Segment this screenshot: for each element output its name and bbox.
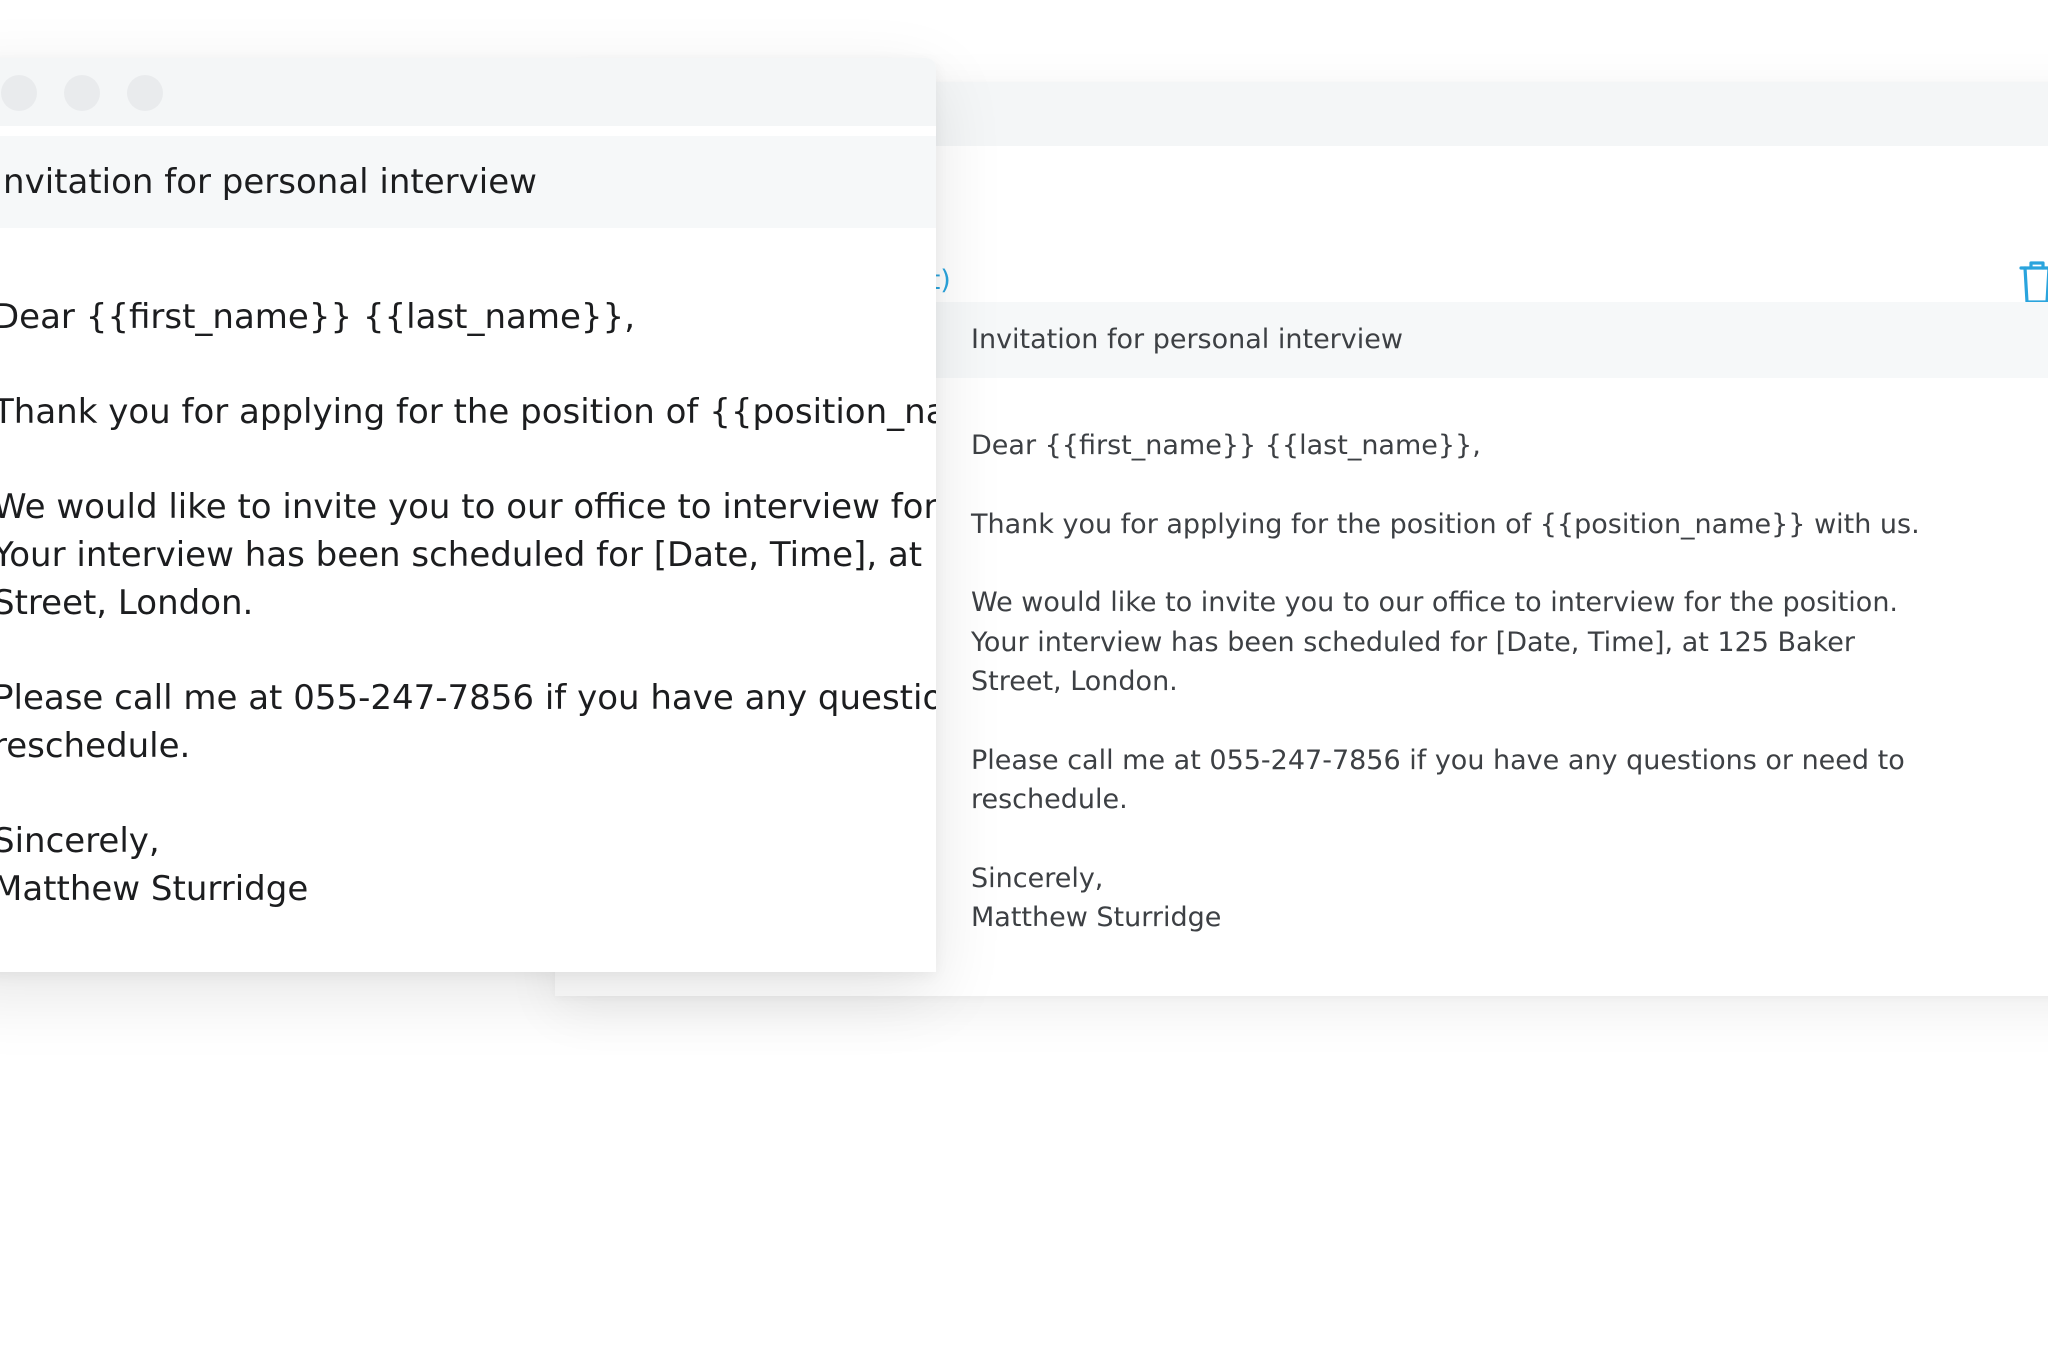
invite-paragraph: We would like to invite you to our offic…: [971, 583, 1971, 702]
email-body: Dear {{first_name}} {{last_name}}, Thank…: [0, 293, 936, 913]
thanks-line: Thank you for applying for the position …: [0, 392, 936, 432]
closing-line: Sincerely,: [0, 821, 160, 861]
call-line: reschedule.: [0, 726, 191, 766]
email-body: Dear {{first_name}} {{last_name}}, Thank…: [971, 426, 1971, 938]
call-line: reschedule.: [971, 784, 1128, 815]
invite-paragraph: We would like to invite you to our offic…: [0, 483, 936, 627]
greeting-line: Dear {{first_name}} {{last_name}},: [971, 430, 1481, 461]
subject-bar: Invitation for personal interview: [0, 136, 936, 228]
invite-line: Your interview has been scheduled for [D…: [0, 535, 936, 575]
window-maximize-button[interactable]: [127, 75, 163, 111]
signature-line: Matthew Sturridge: [0, 869, 309, 909]
invite-line: Street, London.: [971, 666, 1178, 697]
invite-line: We would like to invite you to our offic…: [0, 487, 936, 527]
invite-line: Street, London.: [0, 583, 254, 623]
email-subject: Invitation for personal interview: [0, 162, 537, 202]
greeting-line: Dear {{first_name}} {{last_name}},: [0, 297, 635, 337]
trash-icon[interactable]: [2017, 259, 2048, 305]
closing-line: Sincerely,: [971, 862, 1104, 894]
email-subject: Invitation for personal interview: [971, 324, 1403, 355]
window-minimize-button[interactable]: [64, 75, 100, 111]
thanks-line: Thank you for applying for the position …: [971, 508, 1920, 540]
call-paragraph: Please call me at 055-247-7856 if you ha…: [971, 741, 1971, 820]
invite-line: Your interview has been scheduled for [D…: [971, 626, 1855, 658]
call-paragraph: Please call me at 055-247-7856 if you ha…: [0, 674, 936, 770]
window-close-button[interactable]: [1, 75, 37, 111]
window-titlebar: [0, 58, 936, 126]
call-line: Please call me at 055-247-7856 if you ha…: [971, 744, 1905, 776]
invite-line: We would like to invite you to our offic…: [971, 587, 1899, 618]
call-line: Please call me at 055-247-7856 if you ha…: [0, 678, 936, 718]
email-preview-window: Invitation for personal interview Dear {…: [0, 58, 936, 972]
signature-line: Matthew Sturridge: [971, 902, 1222, 933]
